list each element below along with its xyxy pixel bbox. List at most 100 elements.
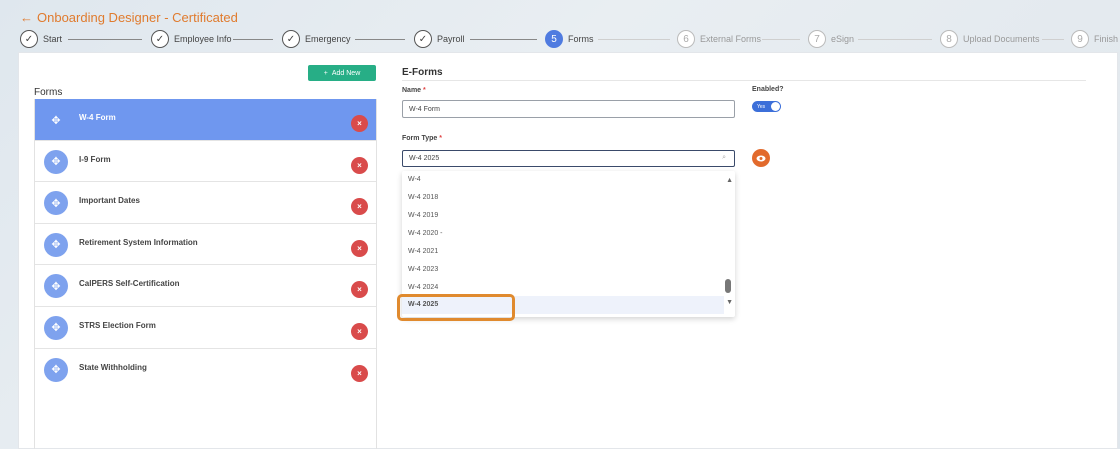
step-number: 6 [677,30,695,48]
list-item[interactable]: ✥ CalPERS Self-Certification × [35,265,376,307]
name-input[interactable]: W-4 Form [402,100,735,118]
form-name: CalPERS Self-Certification [79,279,180,289]
drag-handle-icon[interactable]: ✥ [44,315,68,340]
dropdown-option[interactable]: W-4 2018 [408,194,438,201]
step-number: 5 [545,30,563,48]
list-item[interactable]: ✥ Important Dates × [35,182,376,224]
name-input-value: W-4 Form [409,105,440,113]
required-mark: * [423,87,426,94]
step-label: Upload Documents [963,34,1040,44]
search-icon: ⌕ [722,154,726,161]
form-name: W-4 Form [79,113,116,122]
form-type-select[interactable]: W-4 2025 ⌕ [402,150,735,167]
scroll-up-icon[interactable]: ▲ [726,177,733,184]
page-title[interactable]: ← Onboarding Designer - Certificated [20,10,238,25]
stepper-line [762,39,800,40]
list-item[interactable]: ✥ State Withholding × [35,348,376,391]
step-label: Emergency [305,34,351,44]
delete-icon[interactable]: × [351,198,368,216]
name-label-text: Name [402,87,422,94]
step-external-forms[interactable]: 6 External Forms [677,30,761,48]
wizard-stepper: ✓ Start ✓ Employee Info ✓ Emergency ✓ Pa… [0,28,1120,50]
step-payroll[interactable]: ✓ Payroll [414,30,465,48]
drag-handle-icon[interactable]: ✥ [44,274,68,299]
step-finish[interactable]: 9 Finish [1071,30,1118,48]
add-new-button[interactable]: + Add New [308,65,376,81]
callout-highlight [397,294,515,321]
delete-icon[interactable]: × [351,281,368,299]
delete-icon[interactable]: × [351,322,368,340]
delete-icon[interactable]: × [351,156,368,174]
check-icon: ✓ [151,30,169,48]
drag-handle-icon[interactable]: ✥ [44,232,68,257]
dropdown-option[interactable]: W-4 2020 - [408,230,443,237]
stepper-line [355,39,405,40]
back-arrow-icon[interactable]: ← [20,10,33,25]
form-name: I-9 Form [79,154,111,164]
step-number: 8 [940,30,958,48]
step-label: Finish [1094,34,1119,44]
add-new-label: Add New [331,69,361,77]
check-icon: ✓ [414,30,432,48]
step-upload-documents[interactable]: 8 Upload Documents [940,30,1040,48]
divider [402,80,1086,81]
step-label: Forms [568,34,594,44]
stepper-line [68,39,142,40]
step-forms[interactable]: 5 Forms [545,30,594,48]
dropdown-option[interactable]: W-4 2024 [408,284,438,291]
step-label: Payroll [437,34,465,44]
plus-icon: + [323,69,328,77]
eforms-title: E-Forms [402,67,443,78]
stepper-line [598,39,670,40]
form-name: Retirement System Information [79,237,198,247]
list-item[interactable]: ✥ I-9 Form × [35,140,376,183]
form-name: State Withholding [79,362,147,372]
step-label: External Forms [700,34,762,44]
drag-handle-icon[interactable]: ✥ [44,149,68,174]
scrollbar-thumb[interactable] [725,279,731,293]
form-name: STRS Election Form [79,320,156,330]
stepper-line [858,39,932,40]
stepper-line [470,39,537,40]
dropdown-option[interactable]: W-4 2019 [408,212,438,219]
dropdown-option[interactable]: W-4 [408,176,421,183]
preview-eye-button[interactable] [752,149,770,167]
step-esign[interactable]: 7 eSign [808,30,854,48]
delete-icon[interactable]: × [351,115,368,132]
enabled-toggle[interactable]: Yes [752,101,781,112]
forms-heading: Forms [34,87,63,98]
delete-icon[interactable]: × [351,364,368,382]
stepper-line [233,39,273,40]
toggle-label: Yes [757,103,766,110]
drag-handle-icon[interactable]: ✥ [44,357,68,382]
drag-handle-icon[interactable]: ✥ [44,108,68,132]
form-name: Important Dates [79,196,140,206]
step-label: eSign [831,34,855,44]
page-title-text: Onboarding Designer - Certificated [37,10,238,25]
dropdown-option[interactable]: W-4 2021 [408,248,438,255]
check-icon: ✓ [20,30,38,48]
step-employee-info[interactable]: ✓ Employee Info [151,30,232,48]
step-label: Employee Info [174,34,232,44]
step-emergency[interactable]: ✓ Emergency [282,30,351,48]
form-type-value: W-4 2025 [409,155,440,162]
forms-list: ✥ W-4 Form × ✥ I-9 Form × ✥ Important Da… [34,99,377,449]
stepper-line [1042,39,1064,40]
list-item[interactable]: ✥ W-4 Form × [35,99,376,141]
eye-icon [756,155,766,161]
name-label: Name * [402,87,426,94]
form-type-label: Form Type * [402,135,442,142]
required-mark: * [439,135,442,142]
dropdown-option[interactable]: W-4 2023 [408,266,438,273]
form-type-label-text: Form Type [402,135,438,142]
check-icon: ✓ [282,30,300,48]
drag-handle-icon[interactable]: ✥ [44,191,68,216]
list-item[interactable]: ✥ Retirement System Information × [35,223,376,266]
step-label: Start [43,34,63,44]
list-item[interactable]: ✥ STRS Election Form × [35,306,376,349]
delete-icon[interactable]: × [351,239,368,257]
step-start[interactable]: ✓ Start [20,30,62,48]
scroll-down-icon[interactable]: ▼ [726,299,733,306]
enabled-label: Enabled? [752,86,784,93]
step-number: 7 [808,30,826,48]
